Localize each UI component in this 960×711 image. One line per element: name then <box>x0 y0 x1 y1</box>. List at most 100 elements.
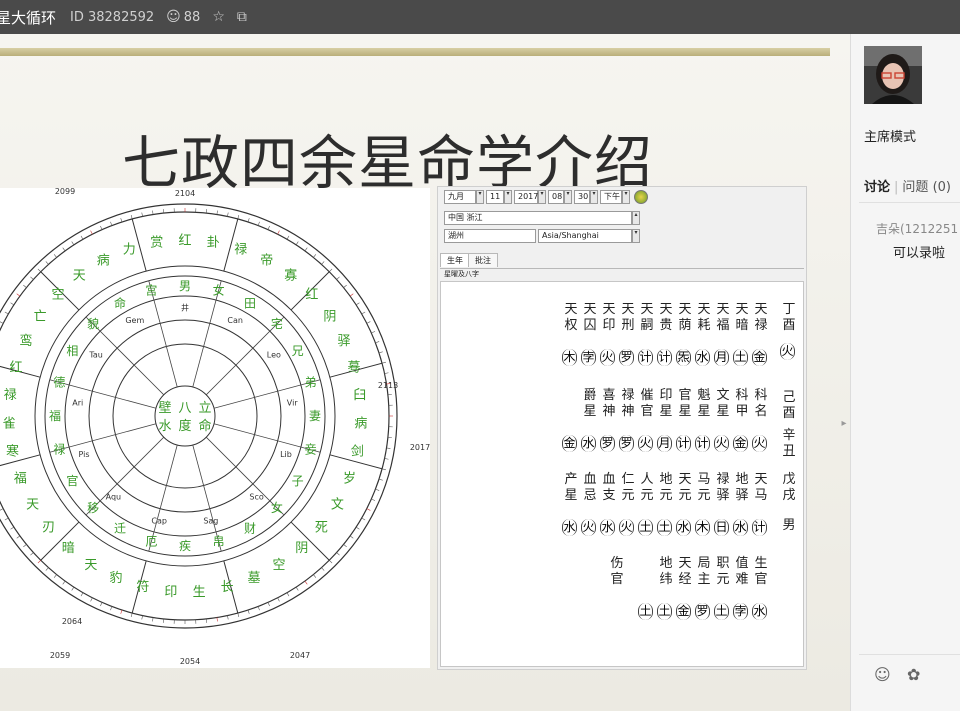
middle-ring-label: 兄 <box>292 344 304 358</box>
outer-ring-label: 寡 <box>284 268 297 284</box>
tab-notes[interactable]: 批注 <box>468 253 498 267</box>
tick-mark <box>71 586 75 591</box>
outer-ring-label: 卦 <box>207 236 220 251</box>
star-name: 天 元 <box>678 472 692 503</box>
city-select[interactable]: 湖州 <box>444 229 536 243</box>
star-name: 天 贵 <box>659 302 673 333</box>
ampm-select[interactable]: 下午 <box>600 190 622 204</box>
go-button[interactable] <box>634 190 648 204</box>
outer-ring-label: 印 <box>164 585 177 600</box>
day-spin[interactable]: ▾ <box>504 190 512 204</box>
hour-spin[interactable]: ▾ <box>564 190 572 204</box>
star-name: 马 元 <box>697 472 711 503</box>
inner-ring-label: Cap <box>151 517 167 526</box>
middle-ring-label: 财 <box>244 522 256 536</box>
region-select[interactable]: 中国 浙江 <box>444 211 632 225</box>
star-name: 产 星 <box>564 472 578 503</box>
star-value-cell: 计 <box>638 346 653 366</box>
tick-mark <box>277 597 280 602</box>
star-value: 罗 <box>619 435 634 452</box>
tick-mark <box>10 526 15 530</box>
flower-icon[interactable]: ✿ <box>907 665 920 684</box>
timezone-spin[interactable]: ▾ <box>632 229 640 243</box>
tab-questions[interactable]: 问题 <box>902 180 928 195</box>
tick-mark <box>329 268 333 272</box>
outer-ring-label: 鸾 <box>19 333 32 349</box>
star-name: 地 驿 <box>735 472 749 503</box>
pillar-label: 丁 酉 <box>782 302 796 333</box>
minute-spin[interactable]: ▾ <box>590 190 598 204</box>
tick-mark <box>216 617 218 622</box>
star-name: 天 耗 <box>697 302 711 333</box>
star-value: 金 <box>752 349 767 366</box>
star-value: 火 <box>714 435 729 452</box>
wheel-ring <box>154 385 216 447</box>
star-name: 魁 星 <box>697 388 711 419</box>
question-count: (0) <box>932 180 951 195</box>
star-value-cell: 罗 <box>695 600 710 620</box>
star-name: 人 元 <box>640 472 654 503</box>
year-select[interactable]: 2017 <box>514 190 538 204</box>
star-value-cell: 金 <box>733 432 748 452</box>
tick-mark <box>361 311 366 315</box>
star-name: 天 嗣 <box>640 302 654 333</box>
tick-mark <box>257 606 260 611</box>
tick-mark <box>16 293 21 297</box>
middle-ring-label: 命 <box>114 295 126 310</box>
star-name: 伤 官 <box>610 556 624 587</box>
region-spin[interactable]: ▴ <box>632 211 640 225</box>
month-select[interactable]: 九月 <box>444 190 476 204</box>
tick-mark <box>321 261 325 265</box>
inner-ring-label: Leo <box>267 350 281 359</box>
tab-discussion[interactable]: 讨论 <box>864 180 890 195</box>
year-spin[interactable]: ▾ <box>538 190 546 204</box>
share-icon[interactable]: ⧉ <box>237 9 247 25</box>
pillar-label: 男 <box>782 518 796 533</box>
tick-mark <box>321 567 325 571</box>
tab-birth-year[interactable]: 生年 <box>440 253 470 267</box>
tick-mark <box>45 567 49 571</box>
middle-ring-label: 田 <box>244 296 256 310</box>
collapse-arrow-icon[interactable]: ▸ <box>838 404 850 444</box>
tick-mark <box>152 617 154 622</box>
middle-ring-label: 女 <box>213 282 225 297</box>
minute-select[interactable]: 30 <box>574 190 590 204</box>
ampm-spin[interactable]: ▾ <box>622 190 630 204</box>
tick-mark <box>366 508 371 511</box>
outer-ring-label: 空 <box>52 287 65 302</box>
outer-ring-label: 红 <box>178 232 191 248</box>
tick-mark <box>90 230 93 235</box>
tick-mark <box>141 212 143 217</box>
day-select[interactable]: 11 <box>486 190 504 204</box>
outer-ring-label: 生 <box>193 585 206 600</box>
star-value: 水 <box>581 435 596 452</box>
star-name: 局 主 <box>697 556 711 587</box>
tick-mark <box>361 517 366 521</box>
star-value: 火 <box>752 435 767 452</box>
star-value-cell: 孛 <box>581 346 596 366</box>
star-value: 土 <box>733 349 748 366</box>
star-table-panel: 天 权天 囚天 印天 刑天 嗣天 贵天 荫天 耗天 福天 暗天 禄木孛火罗计计炁… <box>440 281 804 667</box>
star-value: 罗 <box>619 349 634 366</box>
month-spin[interactable]: ▾ <box>476 190 484 204</box>
star-value-cell: 火 <box>714 432 729 452</box>
pillar-label: 戊 戌 <box>782 472 796 503</box>
tick-mark <box>62 580 66 585</box>
star-value: 土 <box>638 603 653 620</box>
star-value: 计 <box>695 435 710 452</box>
tick-mark <box>45 261 49 265</box>
tick-mark <box>375 488 380 491</box>
emoji-icon[interactable]: ☺ <box>874 665 891 684</box>
outer-ring-label: 天 <box>73 269 86 284</box>
star-name: 天 印 <box>602 302 616 333</box>
timezone-select[interactable]: Asia/Shanghai <box>538 229 632 243</box>
middle-ring-label: 迁 <box>114 522 126 536</box>
inner-ring-label: Can <box>227 316 243 325</box>
tick-mark <box>336 276 340 280</box>
star-value: 计 <box>638 349 653 366</box>
star-icon[interactable]: ☆ <box>212 9 225 25</box>
middle-ring-label: 移 <box>87 501 99 515</box>
star-value-cell: 火 <box>600 346 615 366</box>
inner-ring-label: Lib <box>280 450 292 459</box>
hour-select[interactable]: 08 <box>548 190 564 204</box>
